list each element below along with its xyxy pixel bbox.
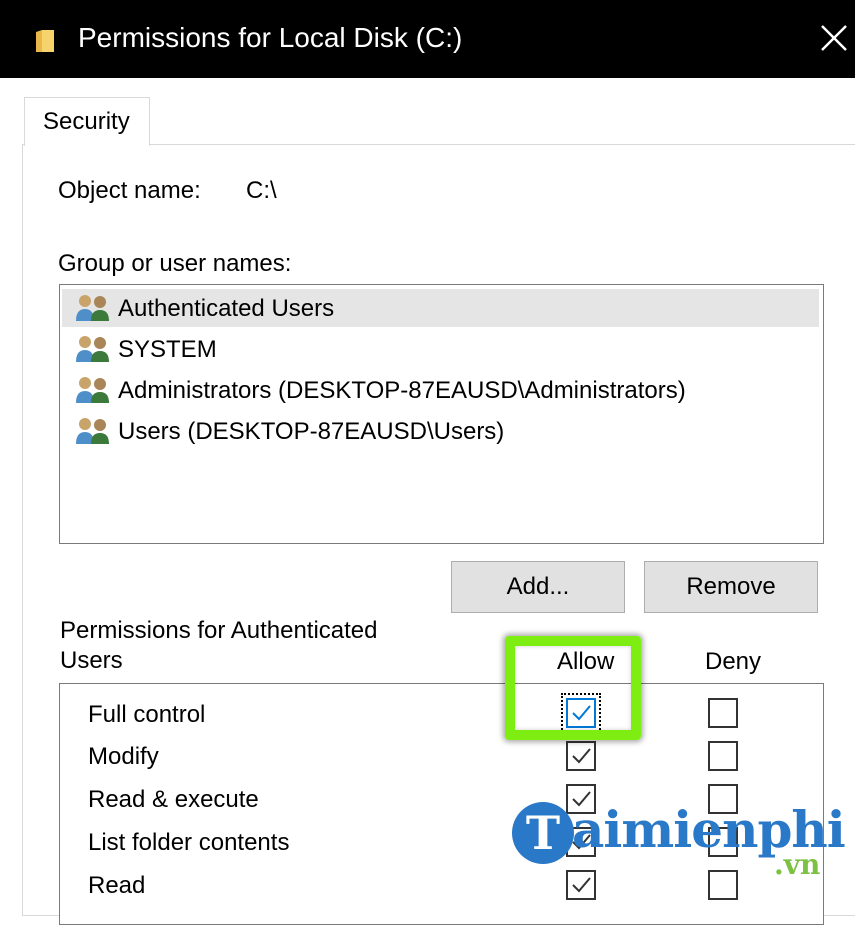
permission-label: Read bbox=[88, 872, 146, 899]
tab-security[interactable]: Security bbox=[24, 97, 150, 146]
list-item-label: Authenticated Users bbox=[118, 295, 335, 322]
permission-label: Modify bbox=[88, 743, 159, 770]
list-item[interactable]: Authenticated Users bbox=[62, 289, 819, 327]
users-group-icon bbox=[76, 295, 109, 321]
users-group-icon bbox=[76, 377, 109, 403]
permission-label: List folder contents bbox=[88, 829, 290, 856]
list-item-label: SYSTEM bbox=[118, 336, 217, 363]
highlight-annotation bbox=[505, 636, 641, 740]
list-item-label: Administrators (DESKTOP-87EAUSD\Administ… bbox=[118, 377, 686, 404]
object-name-label: Object name: bbox=[58, 177, 201, 204]
list-item[interactable]: SYSTEM bbox=[62, 330, 819, 368]
group-user-label: Group or user names: bbox=[58, 250, 292, 277]
remove-button[interactable]: Remove bbox=[644, 561, 818, 613]
users-group-icon bbox=[76, 336, 109, 362]
close-icon[interactable] bbox=[816, 18, 852, 58]
permission-label: Read & execute bbox=[88, 786, 259, 813]
add-button[interactable]: Add... bbox=[451, 561, 625, 613]
deny-checkbox[interactable] bbox=[708, 698, 738, 728]
folder-icon bbox=[36, 30, 54, 52]
users-group-icon bbox=[76, 418, 109, 444]
permissions-label-line1: Permissions for Authenticated bbox=[60, 617, 378, 644]
permission-label: Full control bbox=[88, 701, 206, 728]
list-item[interactable]: Administrators (DESKTOP-87EAUSD\Administ… bbox=[62, 371, 819, 409]
watermark-letter: T bbox=[512, 802, 574, 864]
check-icon bbox=[572, 748, 591, 764]
list-item[interactable]: Users (DESKTOP-87EAUSD\Users) bbox=[62, 412, 819, 450]
list-item-label: Users (DESKTOP-87EAUSD\Users) bbox=[118, 418, 505, 445]
permissions-label-line2: Users bbox=[60, 647, 123, 674]
allow-checkbox[interactable] bbox=[566, 741, 596, 771]
tab-security-label: Security bbox=[43, 108, 130, 135]
watermark-suffix: .vn bbox=[774, 848, 821, 881]
group-user-list[interactable]: Authenticated Users SYSTEM Administrator… bbox=[59, 284, 824, 544]
object-name-value: C:\ bbox=[246, 177, 277, 204]
deny-column-header: Deny bbox=[705, 648, 762, 675]
deny-checkbox[interactable] bbox=[708, 741, 738, 771]
watermark-logo: T aimienphi .vn bbox=[512, 800, 852, 881]
title-bar: Permissions for Local Disk (C:) bbox=[0, 0, 855, 78]
window-title: Permissions for Local Disk (C:) bbox=[78, 22, 463, 53]
